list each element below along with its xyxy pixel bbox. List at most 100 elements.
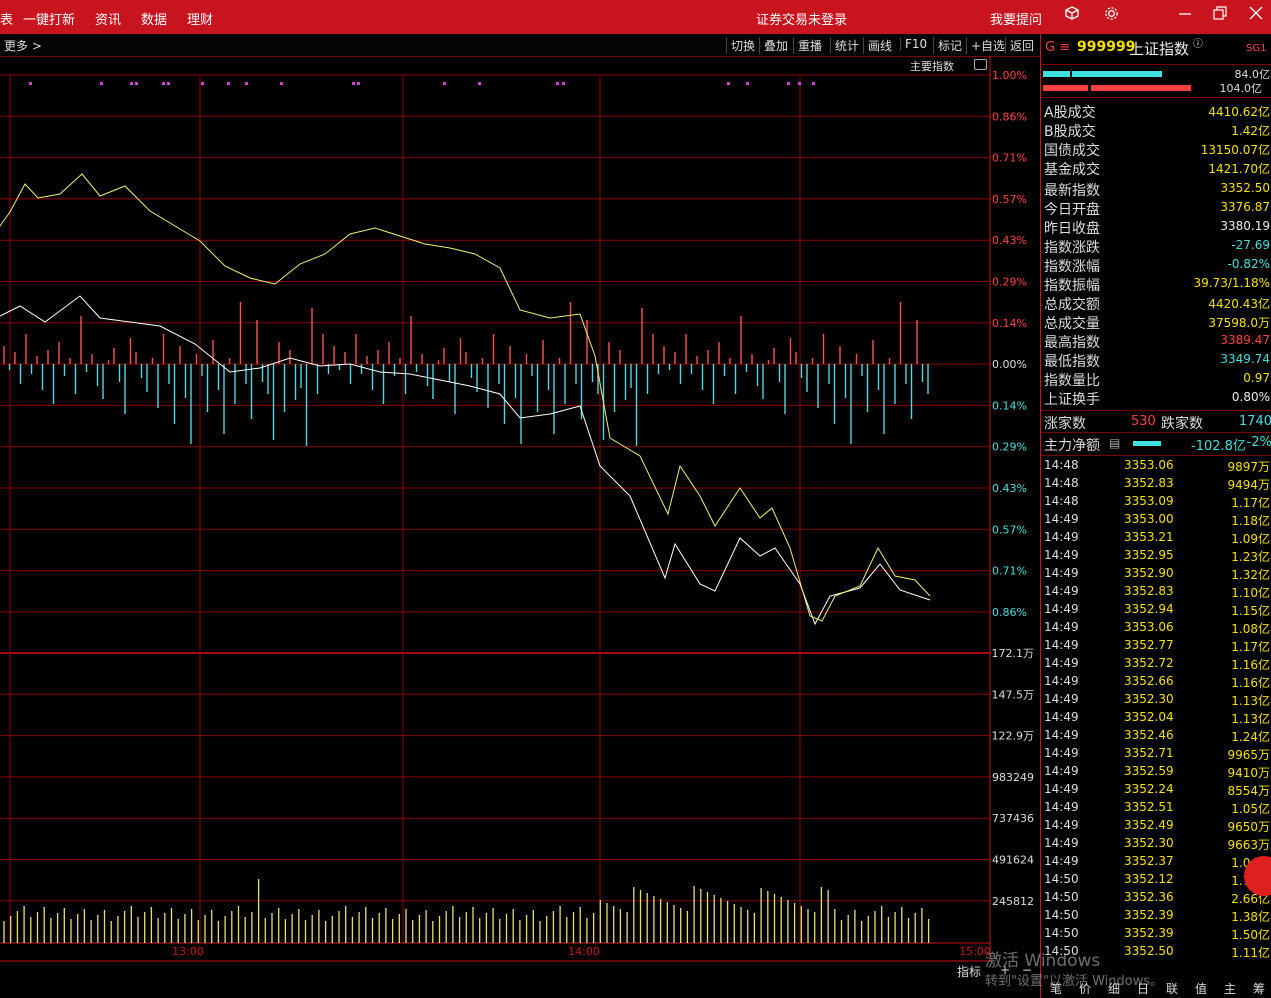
vol-tick-label: 983249 xyxy=(992,771,1034,784)
time-label: 13:00 xyxy=(172,945,204,958)
flow-bar-out xyxy=(1091,85,1191,91)
tick-volume: 1.32亿 xyxy=(1231,568,1270,582)
event-marker xyxy=(167,82,170,85)
event-marker xyxy=(562,82,565,85)
back-button[interactable]: 返回 xyxy=(1005,37,1034,54)
tick-volume: 1.08亿 xyxy=(1231,622,1270,636)
main-index-label[interactable]: 主要指数 xyxy=(910,58,954,74)
turnover-label: B股成交 xyxy=(1044,124,1096,140)
tick-row: 14:49 3352.83 1.10亿 xyxy=(1044,584,1270,602)
vol-tick-label: 172.1万 xyxy=(992,647,1035,660)
add-watchlist-button[interactable]: +自选 xyxy=(966,37,1005,54)
stat-row: 最新指数 3352.50 xyxy=(1044,180,1270,199)
tick-row: 14:49 3352.49 9650万 xyxy=(1044,818,1270,836)
tick-price: 3352.12 xyxy=(1124,872,1174,886)
tick-price: 3352.30 xyxy=(1124,692,1174,706)
tick-row: 14:49 3353.06 1.08亿 xyxy=(1044,620,1270,638)
panel-tab[interactable]: 值 xyxy=(1195,980,1207,997)
switch-button[interactable]: 切换 xyxy=(726,37,755,54)
panel-tab[interactable]: 筹 xyxy=(1253,980,1265,997)
event-marker xyxy=(478,82,481,85)
gear-icon[interactable] xyxy=(1104,6,1119,25)
tick-price: 3352.66 xyxy=(1124,674,1174,688)
tick-time: 14:50 xyxy=(1044,872,1079,886)
sg-badge[interactable]: SG1 xyxy=(1246,43,1266,54)
tick-time: 14:49 xyxy=(1044,728,1079,742)
tick-time: 14:49 xyxy=(1044,584,1079,598)
turnover-row: B股成交 1.42亿 xyxy=(1044,121,1270,140)
tick-time: 14:49 xyxy=(1044,854,1079,868)
tick-price: 3352.46 xyxy=(1124,728,1174,742)
stat-row: 总成交量 37598.0万 xyxy=(1044,313,1270,332)
tick-time: 14:49 xyxy=(1044,710,1079,724)
cube-icon[interactable] xyxy=(1065,6,1079,24)
tick-time: 14:49 xyxy=(1044,746,1079,760)
tick-volume: 1.16亿 xyxy=(1231,658,1270,672)
trade-status[interactable]: 证券交易未登录 xyxy=(756,9,847,28)
turnover-label: 国债成交 xyxy=(1044,143,1100,159)
tick-volume: 1.17亿 xyxy=(1231,640,1270,654)
turnover-label: A股成交 xyxy=(1044,105,1096,121)
menu-news[interactable]: 资讯 xyxy=(95,9,121,28)
menu-fragment[interactable]: 表 xyxy=(0,9,13,28)
tick-volume: 1.10亿 xyxy=(1231,586,1270,600)
draw-button[interactable]: 画线 xyxy=(863,37,892,54)
indicator-button[interactable]: 指标 xyxy=(957,963,981,980)
pct-tick-label: 0.86% xyxy=(992,606,1027,619)
mark-button[interactable]: 标记 xyxy=(933,37,962,54)
pct-tick-label: 0.14% xyxy=(992,317,1027,330)
tick-row: 14:49 3352.66 1.16亿 xyxy=(1044,674,1270,692)
tick-row: 14:503352.121.76亿 xyxy=(1044,872,1270,890)
menu-finance[interactable]: 理财 xyxy=(187,9,213,28)
event-marker xyxy=(798,82,801,85)
tick-price: 3352.30 xyxy=(1124,836,1174,850)
pct-tick-label: 0.29% xyxy=(992,276,1027,289)
overlay-button[interactable]: 叠加 xyxy=(759,37,788,54)
tick-volume: 1.13亿 xyxy=(1231,712,1270,726)
tick-time: 14:49 xyxy=(1044,602,1079,616)
tick-price: 3352.39 xyxy=(1124,908,1174,922)
stat-label: 上证换手 xyxy=(1044,392,1100,408)
intraday-chart[interactable]: 1.00% 0.86% 0.71% 0.57% 0.43% 0.29% 0.14% 0.00%… xyxy=(0,56,1040,998)
turnover-row: A股成交 4410.62亿 xyxy=(1044,102,1270,121)
event-marker xyxy=(227,82,230,85)
index-code: 999999 xyxy=(1077,39,1136,55)
tick-time: 14:49 xyxy=(1044,674,1079,688)
market-prefix[interactable]: G ≡ xyxy=(1045,40,1070,55)
help-link[interactable]: 我要提问 xyxy=(990,9,1042,28)
tick-volume: 1.16亿 xyxy=(1231,676,1270,690)
panel-toggle-icon[interactable] xyxy=(974,59,987,70)
turnover-row: 基金成交 1421.70亿 xyxy=(1044,159,1270,178)
restore-icon[interactable] xyxy=(1213,6,1227,24)
tick-time: 14:49 xyxy=(1044,566,1079,580)
menu-ipo[interactable]: 一键打新 xyxy=(23,9,75,28)
info-icon[interactable]: ⓘ xyxy=(1193,35,1203,50)
tick-volume: 9965万 xyxy=(1227,748,1270,762)
tick-price: 3353.00 xyxy=(1124,512,1174,526)
flow-bar-out-small xyxy=(1043,85,1088,91)
main-flow-label: 主力净额 xyxy=(1044,438,1100,454)
tick-price: 3353.06 xyxy=(1124,458,1174,472)
event-marker xyxy=(29,82,32,85)
stat-row: 今日开盘 3376.87 xyxy=(1044,199,1270,218)
more-button[interactable]: 更多 > xyxy=(4,37,42,54)
f10-button[interactable]: F10 xyxy=(900,37,927,51)
panel-tab[interactable]: 联 xyxy=(1166,980,1178,997)
stats-button[interactable]: 统计 xyxy=(830,37,859,54)
tick-time: 14:49 xyxy=(1044,530,1079,544)
stat-label: 指数涨幅 xyxy=(1044,259,1100,275)
pct-tick-label: 0.86% xyxy=(992,110,1027,123)
close-icon[interactable] xyxy=(1249,6,1263,24)
event-marker xyxy=(130,82,133,85)
stat-value: -0.82% xyxy=(1227,257,1270,271)
stat-row: 上证换手 0.80% xyxy=(1044,389,1270,408)
turnover-row: 国债成交 13150.07亿 xyxy=(1044,140,1270,159)
panel-tab[interactable]: 主 xyxy=(1224,980,1236,997)
tick-price: 3352.04 xyxy=(1124,710,1174,724)
tick-price: 3352.71 xyxy=(1124,746,1174,760)
replay-button[interactable]: 重播 xyxy=(793,37,822,54)
event-marker xyxy=(787,82,790,85)
list-icon[interactable]: ▤ xyxy=(1109,436,1120,450)
minimize-icon[interactable] xyxy=(1178,6,1192,24)
menu-data[interactable]: 数据 xyxy=(141,9,167,28)
